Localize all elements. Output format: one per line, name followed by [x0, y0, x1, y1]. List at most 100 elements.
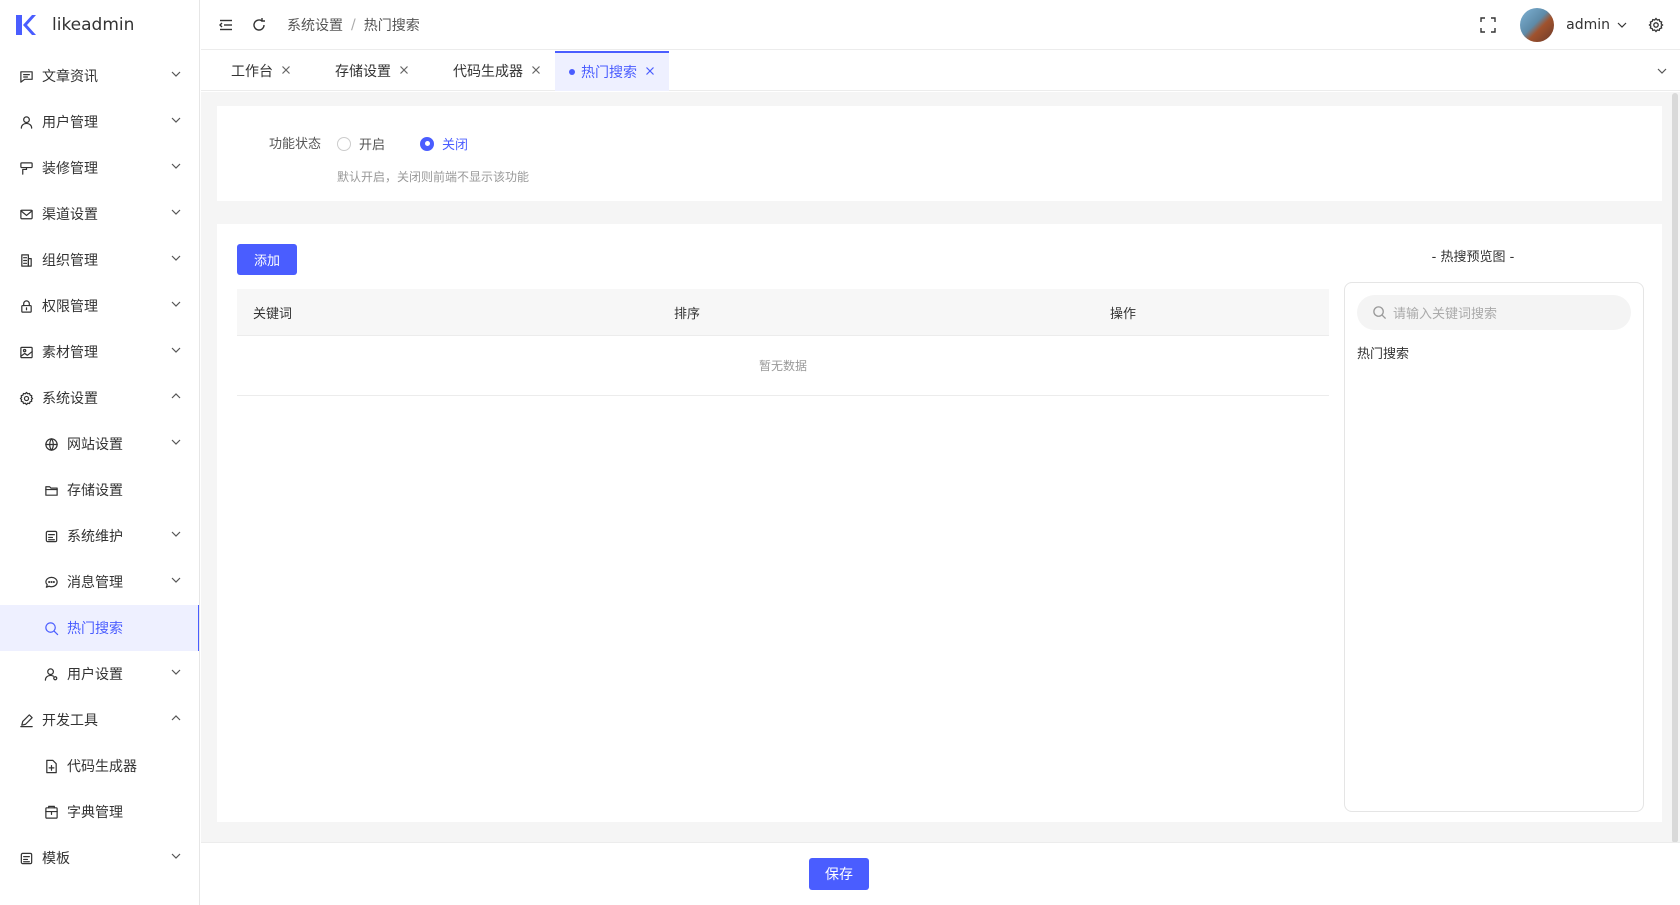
app-name: likeadmin — [52, 15, 135, 35]
sidebar-item-17[interactable]: 字典管理 — [0, 789, 199, 835]
chevron-down-icon — [170, 344, 182, 360]
radio-circle[interactable] — [420, 136, 434, 151]
sidebar-item-9[interactable]: 网站设置 — [0, 421, 199, 467]
chevron-down-icon — [170, 298, 182, 314]
sidebar-item-6[interactable]: 权限管理 — [0, 283, 199, 329]
breadcrumb: 系统设置 / 热门搜索 — [287, 15, 420, 35]
sidebar-item-5[interactable]: 组织管理 — [0, 237, 199, 283]
chevron-down-icon — [170, 206, 182, 222]
sidebar-item-label: 渠道设置 — [42, 207, 98, 223]
tab-2[interactable]: 代码生成器 — [423, 51, 555, 91]
chevron-down-icon — [170, 528, 182, 544]
settings-gear-icon[interactable] — [1646, 15, 1666, 35]
chevron-up-icon — [170, 390, 182, 406]
table-header: 关键词 排序 操作 — [237, 289, 1329, 336]
sidebar-menu: 工作台文章资讯用户管理装修管理渠道设置组织管理权限管理素材管理系统设置网站设置存… — [0, 7, 199, 881]
main-content: 功能状态 开启 关闭 默认开启，关闭则前端不显示该功能 添加 关键词 排序 操作… — [201, 92, 1680, 843]
sidebar-item-1[interactable]: 文章资讯 — [0, 53, 199, 99]
add-button[interactable]: 添加 — [237, 244, 297, 275]
close-icon[interactable] — [391, 63, 409, 79]
sidebar: likeadmin 工作台文章资讯用户管理装修管理渠道设置组织管理权限管理素材管… — [0, 0, 200, 905]
sidebar-item-14[interactable]: 用户设置 — [0, 651, 199, 697]
preview-search-bar: 请输入关键词搜索 — [1357, 295, 1631, 330]
close-icon[interactable] — [273, 63, 291, 79]
brush-icon — [18, 160, 34, 176]
save-button[interactable]: 保存 — [809, 858, 869, 890]
collapse-menu-icon[interactable] — [216, 15, 236, 35]
sidebar-item-18[interactable]: 模板 — [0, 835, 199, 881]
sidebar-item-label: 装修管理 — [42, 161, 98, 177]
sidebar-item-label: 系统维护 — [67, 529, 123, 545]
folder-icon — [43, 482, 59, 498]
column-sort: 排序 — [674, 306, 701, 322]
preview-phone: 请输入关键词搜索 热门搜索 — [1344, 282, 1644, 812]
sidebar-item-label: 用户管理 — [42, 115, 98, 131]
tab-0[interactable]: 工作台 — [201, 51, 305, 91]
chevron-down-icon — [170, 666, 182, 682]
column-keyword: 关键词 — [253, 306, 293, 322]
scrollbar[interactable] — [1672, 93, 1678, 843]
file-plus-icon — [43, 758, 59, 774]
radio-off[interactable]: 关闭 — [420, 134, 468, 153]
likeadmin-logo — [16, 15, 36, 35]
breadcrumb-item-current: 热门搜索 — [363, 17, 420, 34]
tab-label: 存储设置 — [335, 63, 391, 80]
refresh-icon[interactable] — [249, 15, 269, 35]
mail-icon — [18, 206, 34, 222]
tab-label: 代码生成器 — [453, 63, 523, 80]
sidebar-item-label: 存储设置 — [67, 483, 123, 499]
maintenance-icon — [43, 528, 59, 544]
sidebar-item-11[interactable]: 系统维护 — [0, 513, 199, 559]
user-icon — [18, 114, 34, 130]
sidebar-item-3[interactable]: 装修管理 — [0, 145, 199, 191]
sidebar-item-7[interactable]: 素材管理 — [0, 329, 199, 375]
search-icon — [43, 620, 59, 636]
close-icon[interactable] — [637, 64, 655, 80]
chevron-down-icon[interactable] — [1616, 19, 1628, 31]
avatar[interactable] — [1520, 8, 1555, 42]
sidebar-item-16[interactable]: 代码生成器 — [0, 743, 199, 789]
sidebar-item-label: 热门搜索 — [67, 621, 123, 637]
brand[interactable]: likeadmin — [0, 0, 199, 50]
chevron-down-icon — [170, 68, 182, 84]
close-icon[interactable] — [523, 63, 541, 79]
sidebar-item-15[interactable]: 开发工具 — [0, 697, 199, 743]
tab-1[interactable]: 存储设置 — [305, 51, 423, 91]
picture-icon — [18, 344, 34, 360]
sidebar-item-2[interactable]: 用户管理 — [0, 99, 199, 145]
chevron-down-icon — [170, 252, 182, 268]
tab-3[interactable]: 热门搜索 — [555, 50, 669, 91]
sidebar-item-13[interactable]: 热门搜索 — [0, 605, 199, 651]
building-icon — [18, 252, 34, 268]
sidebar-item-label: 网站设置 — [67, 437, 123, 453]
breadcrumb-item[interactable]: 系统设置 — [287, 15, 343, 35]
sidebar-item-12[interactable]: 消息管理 — [0, 559, 199, 605]
top-header: 系统设置 / 热门搜索 admin — [201, 0, 1680, 50]
status-hint: 默认开启，关闭则前端不显示该功能 — [337, 170, 530, 184]
message-square-icon — [18, 68, 34, 84]
username[interactable]: admin — [1566, 17, 1610, 33]
sidebar-item-label: 素材管理 — [42, 345, 98, 361]
sidebar-item-label: 字典管理 — [67, 805, 123, 821]
sidebar-item-8[interactable]: 系统设置 — [0, 375, 199, 421]
sidebar-item-label: 组织管理 — [42, 253, 98, 269]
breadcrumb-separator: / — [351, 16, 356, 33]
sidebar-item-label: 系统设置 — [42, 391, 98, 407]
table-empty: 暂无数据 — [237, 336, 1329, 396]
pen-icon — [18, 712, 34, 728]
radio-off-label: 关闭 — [442, 138, 469, 153]
sidebar-item-label: 权限管理 — [42, 299, 98, 315]
dictionary-icon — [43, 804, 59, 820]
radio-circle[interactable] — [337, 136, 351, 151]
radio-on[interactable]: 开启 — [337, 134, 385, 153]
radio-on-label: 开启 — [359, 138, 386, 153]
preview-search-placeholder: 请输入关键词搜索 — [1393, 307, 1498, 322]
chevron-down-icon — [170, 160, 182, 176]
tabs-more-chevron-icon[interactable] — [1656, 65, 1668, 77]
keyword-table: 关键词 排序 操作 暂无数据 — [237, 289, 1329, 396]
fullscreen-icon[interactable] — [1478, 15, 1498, 35]
gear-icon — [18, 390, 34, 406]
sidebar-item-4[interactable]: 渠道设置 — [0, 191, 199, 237]
preview-hot-label: 热门搜索 — [1357, 347, 1410, 362]
sidebar-item-10[interactable]: 存储设置 — [0, 467, 199, 513]
